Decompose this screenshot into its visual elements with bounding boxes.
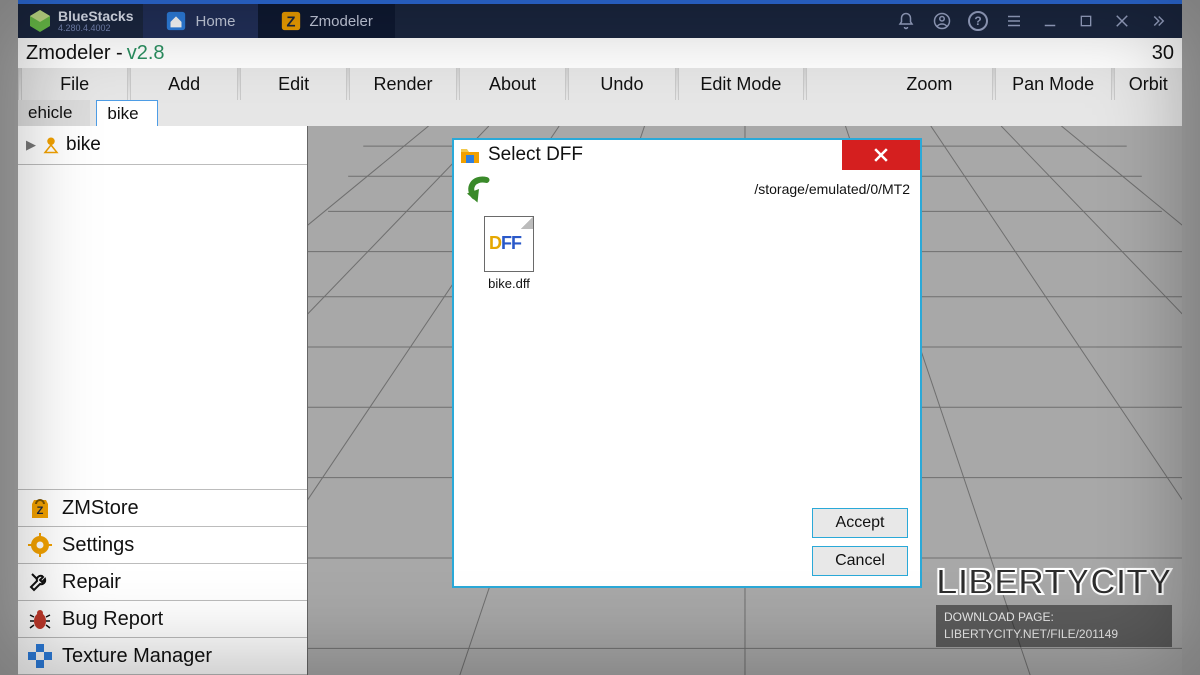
sidebar-label: Repair: [62, 571, 121, 594]
more-icon[interactable]: [1148, 11, 1168, 31]
home-icon: [165, 10, 187, 32]
bluestacks-tabs: Home Z Zmodeler: [143, 4, 394, 38]
sidebar-label: Texture Manager: [62, 645, 212, 668]
menu-add[interactable]: Add: [131, 68, 237, 100]
dff-file-icon: DFF: [484, 216, 534, 272]
notifications-icon[interactable]: [896, 11, 916, 31]
bug-icon: [28, 607, 52, 631]
bluestacks-logo-icon: [28, 9, 52, 33]
folder-icon: [458, 143, 482, 167]
file-name: bike.dff: [488, 276, 530, 291]
scene-tree[interactable]: ▶ bike: [18, 126, 307, 165]
watermark-line2: LIBERTYCITY.NET/FILE/201149: [944, 626, 1164, 643]
watermark-line1: DOWNLOAD PAGE:: [944, 609, 1164, 626]
menu-orbit[interactable]: Orbit: [1115, 68, 1182, 100]
bluestacks-name: BlueStacks: [58, 9, 133, 23]
zmodeler-icon: Z: [280, 10, 302, 32]
app-title-version: v2.8: [127, 42, 165, 65]
tree-root-label: bike: [66, 134, 101, 156]
account-icon[interactable]: [932, 11, 952, 31]
watermark-logo: LIBERTYCITY: [936, 561, 1172, 603]
sidebar-item-bugreport[interactable]: Bug Report: [18, 601, 307, 638]
menu-zoom[interactable]: Zoom: [867, 68, 992, 100]
doc-tab-bike[interactable]: bike: [96, 100, 157, 126]
bike-node-icon: [42, 136, 60, 154]
hamburger-icon[interactable]: [1004, 11, 1024, 31]
bluestacks-brand: BlueStacks 4.280.4.4002: [18, 9, 143, 33]
app-titlebar: Zmodeler - v2.8 30: [18, 38, 1182, 68]
sidebar-item-settings[interactable]: Settings: [18, 527, 307, 564]
tab-zmodeler-label: Zmodeler: [310, 13, 373, 30]
expand-icon[interactable]: ▶: [26, 137, 36, 153]
menu-editmode[interactable]: Edit Mode: [679, 68, 804, 100]
file-item[interactable]: DFF bike.dff: [474, 216, 544, 291]
sidebar-label: Settings: [62, 534, 134, 557]
svg-text:Z: Z: [286, 15, 295, 31]
sidebar-label: Bug Report: [62, 608, 163, 631]
tools-icon: [28, 570, 52, 594]
doc-tab-strip: ehicle bike: [18, 100, 1182, 126]
bluestacks-version: 4.280.4.4002: [58, 24, 133, 33]
accept-button[interactable]: Accept: [812, 508, 908, 538]
app-title-name: Zmodeler -: [26, 42, 123, 65]
cancel-button[interactable]: Cancel: [812, 546, 908, 576]
minimize-icon[interactable]: [1040, 11, 1060, 31]
menu-file[interactable]: File: [22, 68, 128, 100]
sidebar-item-zmstore[interactable]: Z ZMStore: [18, 490, 307, 527]
maximize-icon[interactable]: [1076, 11, 1096, 31]
sidebar-item-texturemanager[interactable]: Texture Manager: [18, 638, 307, 675]
menu-panmode[interactable]: Pan Mode: [996, 68, 1111, 100]
menu-render[interactable]: Render: [350, 68, 456, 100]
gear-icon: [28, 533, 52, 557]
menu-bar: File Add Edit Render About Undo Edit Mod…: [18, 68, 1182, 100]
select-dff-dialog: Select DFF /storage/emulated/0/MT2 DFF b…: [452, 138, 922, 588]
back-arrow-icon[interactable]: [464, 171, 500, 207]
tab-home[interactable]: Home: [143, 4, 257, 38]
menu-edit[interactable]: Edit: [241, 68, 347, 100]
dialog-title: Select DFF: [488, 144, 583, 166]
dialog-path: /storage/emulated/0/MT2: [754, 181, 910, 197]
sidebar-label: ZMStore: [62, 497, 139, 520]
svg-text:Z: Z: [37, 505, 44, 517]
app-right-number: 30: [1152, 42, 1174, 65]
side-list: Z ZMStore Settings Repair Bug Report: [18, 489, 307, 675]
sidebar-item-repair[interactable]: Repair: [18, 564, 307, 601]
bluestacks-sys-icons: ?: [896, 11, 1182, 31]
file-list: DFF bike.dff: [454, 208, 920, 299]
close-icon[interactable]: [1112, 11, 1132, 31]
checker-icon: [28, 644, 52, 668]
tab-zmodeler[interactable]: Z Zmodeler: [258, 4, 395, 38]
close-icon: [871, 145, 891, 165]
doc-tab-vehicle[interactable]: ehicle: [18, 100, 90, 126]
dialog-close-button[interactable]: [842, 140, 920, 170]
menu-undo[interactable]: Undo: [569, 68, 675, 100]
shopping-bag-icon: Z: [28, 496, 52, 520]
tree-root[interactable]: ▶ bike: [24, 132, 301, 158]
tab-home-label: Home: [195, 13, 235, 30]
help-icon[interactable]: ?: [968, 11, 988, 31]
menu-about[interactable]: About: [460, 68, 566, 100]
bluestacks-titlebar: BlueStacks 4.280.4.4002 Home Z Zmodeler …: [18, 0, 1182, 38]
watermark: LIBERTYCITY DOWNLOAD PAGE: LIBERTYCITY.N…: [936, 561, 1172, 647]
side-panel: ▶ bike Z ZMStore Settings: [18, 126, 308, 675]
